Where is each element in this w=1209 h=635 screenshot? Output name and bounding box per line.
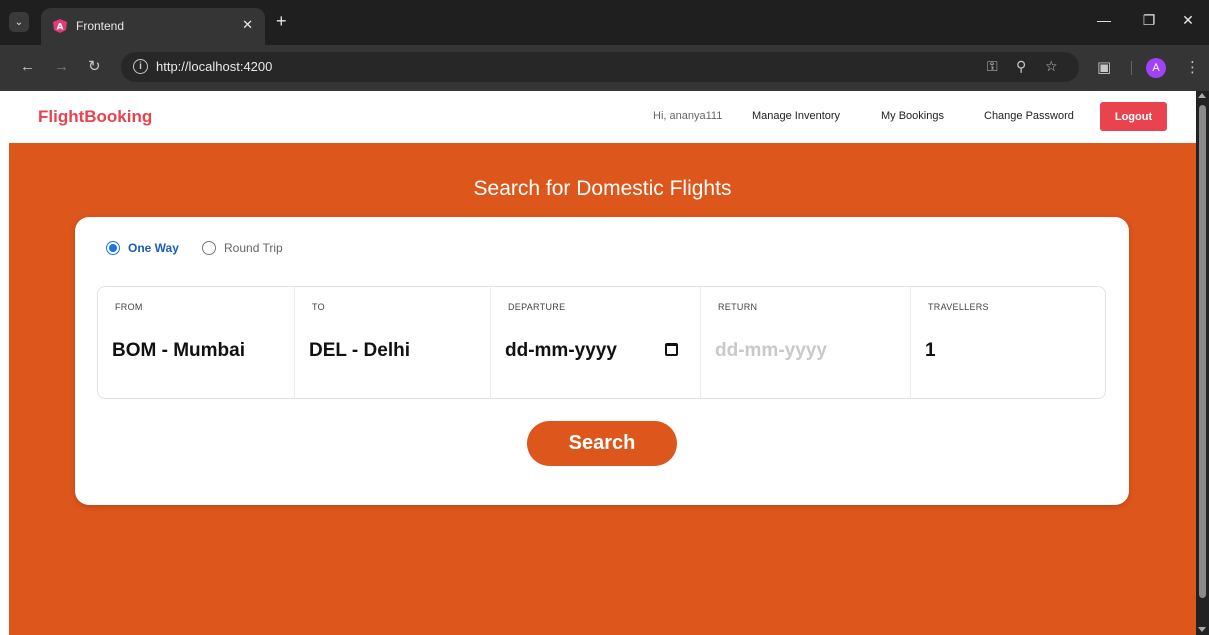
nav-change-password[interactable]: Change Password xyxy=(984,110,1074,122)
calendar-icon[interactable] xyxy=(665,343,678,356)
departure-date-input[interactable]: dd-mm-yyyy xyxy=(505,340,617,362)
scroll-thumb[interactable] xyxy=(1199,105,1206,598)
travellers-field[interactable]: TRAVELLERS 1 xyxy=(911,287,1105,398)
to-label: TO xyxy=(312,302,325,312)
minimize-icon[interactable]: — xyxy=(1094,12,1114,28)
extensions-icon[interactable]: ▣ xyxy=(1097,58,1111,76)
travellers-label: TRAVELLERS xyxy=(928,302,989,312)
hero-section: Search for Domestic Flights One Way Roun… xyxy=(9,143,1196,635)
trip-option-one-way[interactable]: One Way xyxy=(106,241,179,255)
page-scrollbar[interactable] xyxy=(1196,91,1209,635)
scroll-down-icon[interactable] xyxy=(1198,627,1206,632)
back-icon[interactable]: ← xyxy=(20,59,35,75)
password-key-icon[interactable]: ⚿ xyxy=(987,58,998,75)
departure-label: DEPARTURE xyxy=(508,302,566,312)
app-header: FlightBooking Hi, ananya111 Manage Inven… xyxy=(9,91,1196,143)
browser-toolbar: ← → ↻ i http://localhost:4200 ⚿ ⚲ ☆ ▣ A … xyxy=(0,45,1209,91)
toolbar-divider xyxy=(1131,61,1132,75)
one-way-radio[interactable] xyxy=(106,241,120,255)
logout-button[interactable]: Logout xyxy=(1100,102,1167,131)
zoom-icon[interactable]: ⚲ xyxy=(1016,58,1026,75)
travellers-value[interactable]: 1 xyxy=(925,340,936,362)
from-label: FROM xyxy=(115,302,143,312)
search-fields: FROM BOM - Mumbai TO DEL - Delhi DEPARTU… xyxy=(97,286,1106,399)
search-button[interactable]: Search xyxy=(527,421,677,466)
new-tab-icon[interactable]: + xyxy=(276,12,287,30)
nav-manage-inventory[interactable]: Manage Inventory xyxy=(752,110,840,122)
restore-icon[interactable]: ❐ xyxy=(1139,12,1159,29)
reload-icon[interactable]: ↻ xyxy=(88,59,101,75)
return-label: RETURN xyxy=(718,302,758,312)
to-field[interactable]: TO DEL - Delhi xyxy=(295,287,491,398)
search-card: One Way Round Trip FROM BOM - Mumbai TO … xyxy=(75,217,1129,505)
page-title: Search for Domestic Flights xyxy=(473,177,732,200)
bookmark-star-icon[interactable]: ☆ xyxy=(1045,58,1058,75)
tab-search-icon[interactable]: ⌄ xyxy=(9,12,29,32)
browser-tab[interactable]: A Frontend ✕ xyxy=(41,8,265,45)
round-trip-radio[interactable] xyxy=(202,241,216,255)
site-info-icon[interactable]: i xyxy=(133,59,148,74)
menu-icon[interactable]: ⋮ xyxy=(1185,58,1200,76)
favicon-icon: A xyxy=(53,19,67,33)
from-value[interactable]: BOM - Mumbai xyxy=(112,340,245,362)
browser-chrome: ⌄ A Frontend ✕ + — ❐ ✕ ← → ↻ i http://lo… xyxy=(0,0,1209,91)
tab-title: Frontend xyxy=(76,19,125,33)
one-way-label[interactable]: One Way xyxy=(128,241,179,255)
brand-logo[interactable]: FlightBooking xyxy=(38,107,152,127)
tab-strip: ⌄ A Frontend ✕ + — ❐ ✕ xyxy=(0,0,1209,45)
tab-close-icon[interactable]: ✕ xyxy=(242,17,253,33)
nav-my-bookings[interactable]: My Bookings xyxy=(881,110,944,122)
return-field[interactable]: RETURN dd-mm-yyyy xyxy=(701,287,911,398)
address-bar[interactable]: i http://localhost:4200 ⚿ ⚲ ☆ xyxy=(121,52,1079,82)
return-date-input[interactable]: dd-mm-yyyy xyxy=(715,340,827,362)
trip-option-round-trip[interactable]: Round Trip xyxy=(202,241,283,255)
to-value[interactable]: DEL - Delhi xyxy=(309,340,410,362)
scroll-up-icon[interactable] xyxy=(1198,93,1206,98)
forward-icon[interactable]: → xyxy=(54,59,69,75)
url-text[interactable]: http://localhost:4200 xyxy=(156,59,272,74)
svg-text:A: A xyxy=(57,23,64,33)
round-trip-label[interactable]: Round Trip xyxy=(224,241,283,255)
departure-field[interactable]: DEPARTURE dd-mm-yyyy xyxy=(491,287,701,398)
profile-avatar[interactable]: A xyxy=(1146,58,1166,78)
user-greeting: Hi, ananya111 xyxy=(653,110,723,122)
from-field[interactable]: FROM BOM - Mumbai xyxy=(98,287,295,398)
window-close-icon[interactable]: ✕ xyxy=(1178,12,1198,29)
